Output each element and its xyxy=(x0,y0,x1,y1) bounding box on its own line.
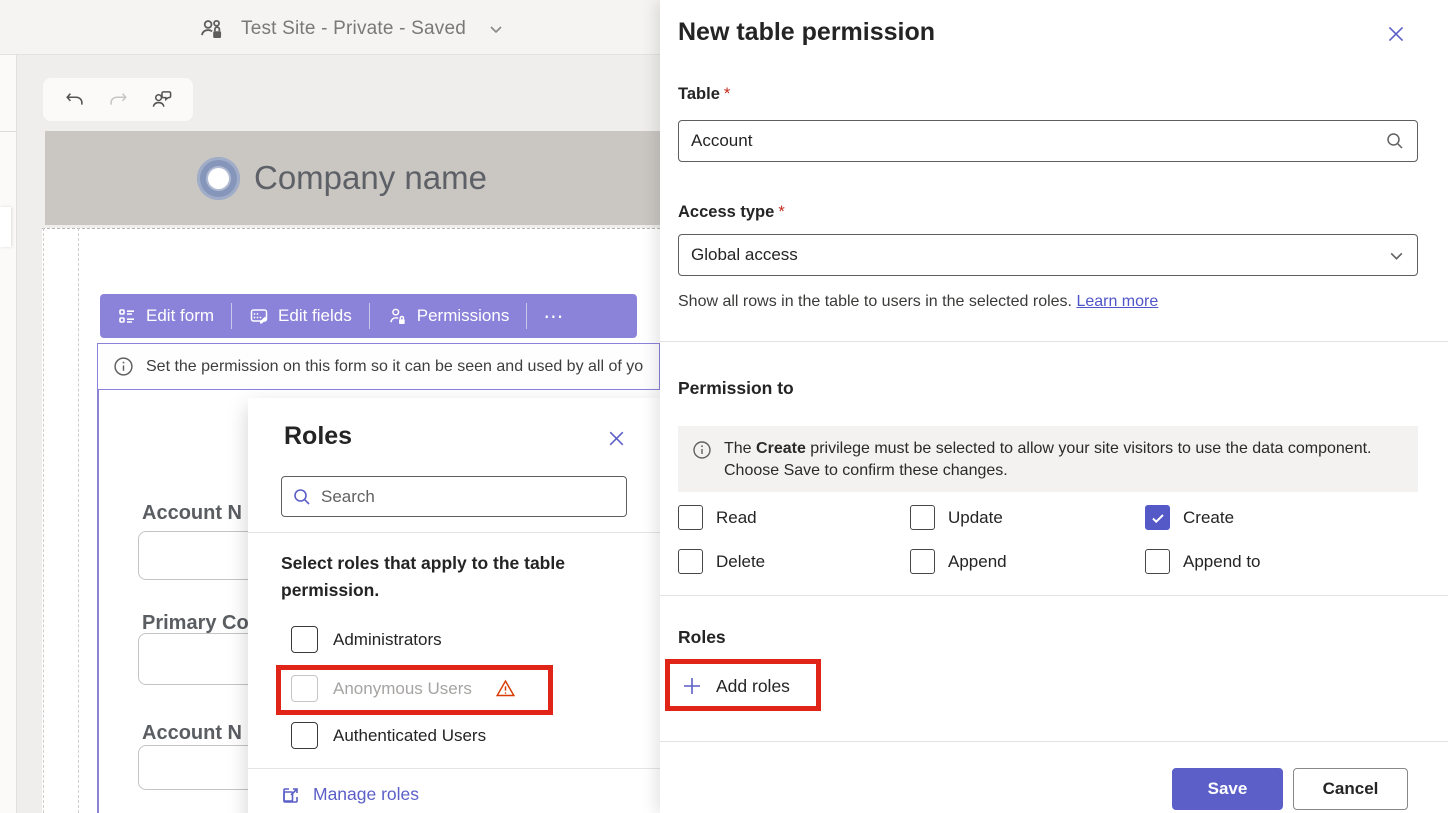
company-header-banner[interactable]: Company name xyxy=(45,131,660,225)
people-lock-icon xyxy=(195,13,227,45)
edit-fields-label: Edit fields xyxy=(278,306,352,326)
table-lookup-field[interactable] xyxy=(678,120,1418,162)
permissions-button[interactable]: Permissions xyxy=(370,294,527,338)
layout-guide-line xyxy=(78,228,79,813)
rail-divider xyxy=(0,131,17,132)
external-link-icon xyxy=(281,785,301,805)
company-logo xyxy=(197,157,240,200)
field-label: Primary Co xyxy=(142,612,249,635)
role-row-administrators[interactable]: Administrators xyxy=(291,626,442,653)
roles-dialog-title: Roles xyxy=(284,422,352,451)
manage-roles-link[interactable]: Manage roles xyxy=(281,784,419,805)
form-list-icon xyxy=(117,306,137,326)
edit-fields-button[interactable]: Edit fields xyxy=(232,294,369,338)
form-info-message: Set the permission on this form so it ca… xyxy=(146,358,643,376)
roles-section-heading: Roles xyxy=(678,627,726,648)
search-icon xyxy=(292,487,312,507)
quick-actions-card xyxy=(43,78,193,121)
dialog-divider xyxy=(248,768,660,769)
role-row-authenticated-users[interactable]: Authenticated Users xyxy=(291,722,486,749)
append-to-checkbox[interactable] xyxy=(1145,549,1170,574)
create-privilege-info-bar: The Create privilege must be selected to… xyxy=(678,426,1418,492)
form-info-message-bar: Set the permission on this form so it ca… xyxy=(97,343,660,390)
access-type-dropdown[interactable]: Global access xyxy=(678,234,1418,276)
roles-dialog: Roles Select roles that apply to the tab… xyxy=(248,398,660,813)
role-label: Anonymous Users xyxy=(333,679,472,699)
append-checkbox[interactable] xyxy=(910,549,935,574)
append-permission[interactable]: Append xyxy=(910,549,1007,574)
rail-notch[interactable] xyxy=(0,207,11,247)
anonymous-users-checkbox[interactable] xyxy=(291,675,318,702)
company-name-text: Company name xyxy=(254,159,487,197)
site-menu[interactable]: Test Site - Private - Saved xyxy=(195,13,512,45)
delete-permission[interactable]: Delete xyxy=(678,549,765,574)
create-permission[interactable]: Create xyxy=(1145,505,1234,530)
info-icon xyxy=(112,356,134,378)
dialog-divider xyxy=(248,532,660,533)
required-mark: * xyxy=(724,85,730,103)
new-table-permission-panel: New table permission Table* Access type*… xyxy=(660,0,1448,813)
panel-divider xyxy=(660,595,1448,596)
panel-divider xyxy=(660,341,1448,342)
role-label: Administrators xyxy=(333,630,442,650)
required-mark: * xyxy=(778,203,784,221)
search-icon[interactable] xyxy=(1385,131,1405,151)
role-label: Authenticated Users xyxy=(333,726,486,746)
add-roles-button[interactable]: Add roles xyxy=(680,674,790,698)
roles-prompt: Select roles that apply to the table per… xyxy=(281,550,591,604)
learn-more-link[interactable]: Learn more xyxy=(1076,293,1158,310)
authenticated-users-checkbox[interactable] xyxy=(291,722,318,749)
create-privilege-info-text: The Create privilege must be selected to… xyxy=(724,438,1404,480)
role-row-anonymous-users[interactable]: Anonymous Users xyxy=(291,675,516,702)
save-button[interactable]: Save xyxy=(1172,768,1283,810)
selected-form-outline xyxy=(97,343,99,813)
plus-icon xyxy=(680,674,704,698)
panel-title: New table permission xyxy=(678,18,935,47)
administrators-checkbox[interactable] xyxy=(291,626,318,653)
roles-search-box[interactable] xyxy=(281,476,627,517)
roles-search-input[interactable] xyxy=(321,487,616,507)
site-title: Test Site - Private - Saved xyxy=(241,18,466,40)
update-permission[interactable]: Update xyxy=(910,505,1003,530)
create-checkbox[interactable] xyxy=(1145,505,1170,530)
warning-icon xyxy=(495,678,516,699)
append-to-permission[interactable]: Append to xyxy=(1145,549,1261,574)
read-checkbox[interactable] xyxy=(678,505,703,530)
redo-button[interactable] xyxy=(102,84,134,116)
app-screen: Test Site - Private - Saved xyxy=(0,0,1448,813)
info-icon xyxy=(692,440,712,480)
more-actions-button[interactable]: ⋯ xyxy=(527,304,580,329)
read-permission[interactable]: Read xyxy=(678,505,757,530)
chevron-down-icon xyxy=(480,13,512,45)
chevron-down-icon xyxy=(1388,247,1405,264)
person-lock-icon xyxy=(387,306,408,327)
access-type-value: Global access xyxy=(691,245,1388,265)
table-field-label: Table* xyxy=(678,85,730,104)
cancel-button[interactable]: Cancel xyxy=(1293,768,1408,810)
edit-form-button[interactable]: Edit form xyxy=(100,294,231,338)
permissions-label: Permissions xyxy=(417,306,510,326)
access-type-label: Access type* xyxy=(678,203,785,222)
undo-button[interactable] xyxy=(59,84,91,116)
update-checkbox[interactable] xyxy=(910,505,935,530)
layout-guide-line xyxy=(43,228,44,813)
comments-button[interactable] xyxy=(145,84,177,116)
close-icon[interactable] xyxy=(1384,22,1408,46)
delete-checkbox[interactable] xyxy=(678,549,703,574)
left-rail xyxy=(0,55,17,813)
manage-roles-label: Manage roles xyxy=(313,784,419,805)
access-type-helper: Show all rows in the table to users in t… xyxy=(678,293,1158,311)
permission-to-heading: Permission to xyxy=(678,378,794,399)
edit-fields-icon xyxy=(249,306,269,326)
close-icon[interactable] xyxy=(604,426,628,450)
checkmark-icon xyxy=(1150,510,1166,526)
field-label: Account N xyxy=(142,722,242,745)
table-input[interactable] xyxy=(691,131,1385,151)
edit-form-label: Edit form xyxy=(146,306,214,326)
field-label: Account N xyxy=(142,502,242,525)
panel-divider xyxy=(660,741,1448,742)
component-toolbar: Edit form Edit fields Permissions ⋯ xyxy=(100,294,637,338)
